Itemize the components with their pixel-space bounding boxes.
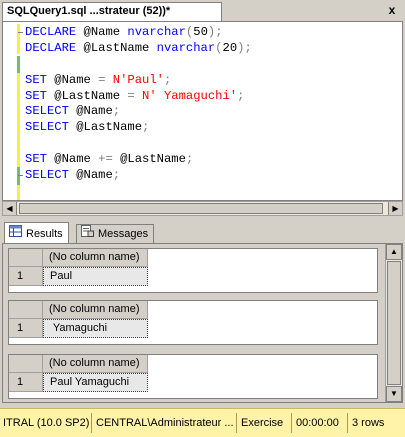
code-token: ;	[185, 152, 194, 167]
code-token: @LastName	[120, 152, 186, 167]
document-tab-title: SQLQuery1.sql ...strateur (52))*	[7, 5, 171, 17]
sql-editor[interactable]: DECLARE @Name nvarchar(50); DECLARE @Last…	[2, 21, 403, 201]
code-token: SELECT	[25, 120, 77, 135]
result-grid-3[interactable]: (No column name) 1 Paul Yamaguchi	[8, 354, 378, 399]
code-token: 50	[193, 25, 208, 39]
scroll-down-icon[interactable]: ▼	[386, 386, 402, 402]
code-token: );	[237, 40, 252, 55]
status-database: Exercise	[241, 417, 284, 429]
horizontal-scrollbar[interactable]: ◀ ▶	[2, 201, 403, 216]
tab-messages-label: Messages	[98, 228, 149, 240]
column-header[interactable]: (No column name)	[43, 249, 148, 267]
scroll-left-icon[interactable]: ◀	[3, 202, 17, 215]
query-window: SQLQuery1.sql ...strateur (52))* x DECLA…	[0, 0, 405, 437]
status-bar: ITRAL (10.0 SP2) CENTRAL\Administrateur …	[0, 408, 405, 437]
scroll-right-icon[interactable]: ▶	[388, 202, 402, 215]
grid-corner[interactable]	[9, 249, 43, 267]
code-token: SET	[25, 88, 55, 103]
code-token: SELECT	[25, 104, 77, 119]
code-token: N'Paul'	[112, 72, 164, 87]
document-tab-strip: SQLQuery1.sql ...strateur (52))* x	[0, 0, 405, 21]
vertical-scrollbar[interactable]: ▲ ▼	[385, 244, 402, 402]
code-line[interactable]	[25, 136, 252, 152]
code-token: ;	[112, 104, 121, 119]
results-pane: (No column name) 1 Paul (No column name)…	[2, 243, 403, 403]
code-token: @Name	[76, 104, 113, 119]
code-token: ;	[142, 120, 150, 135]
code-token: =	[98, 72, 113, 87]
code-token: nvarchar	[127, 25, 186, 39]
code-token: @Name	[76, 168, 113, 183]
scroll-thumb[interactable]	[19, 203, 383, 214]
code-token: (	[215, 40, 223, 55]
code-line[interactable]: SET @LastName = N' Yamaguchi';	[25, 89, 252, 105]
code-token: SELECT	[25, 168, 77, 183]
messages-icon	[81, 225, 94, 243]
grid-icon	[9, 223, 22, 245]
result-cell[interactable]: Paul Yamaguchi	[43, 373, 148, 392]
tab-messages[interactable]: Messages	[76, 224, 155, 244]
column-header[interactable]: (No column name)	[43, 301, 148, 319]
result-cell[interactable]: Paul	[43, 267, 148, 286]
row-number[interactable]: 1	[9, 319, 43, 338]
status-user: CENTRAL\Administrateur ...	[96, 417, 234, 429]
code-line[interactable]: SELECT @LastName;	[25, 120, 252, 136]
scroll-up-icon[interactable]: ▲	[386, 244, 402, 260]
code-token: @LastName	[83, 40, 157, 55]
row-number[interactable]: 1	[9, 267, 43, 286]
code-token: DECLARE	[25, 25, 84, 39]
code-line[interactable]: SELECT @Name;	[25, 104, 252, 120]
tab-results[interactable]: Results	[4, 222, 69, 244]
code-token: +=	[98, 152, 121, 167]
code-line[interactable]	[25, 57, 252, 73]
scroll-thumb[interactable]	[387, 261, 401, 385]
grid-corner[interactable]	[9, 355, 43, 373]
result-cell[interactable]: Yamaguchi	[43, 319, 148, 338]
code-token: @LastName	[76, 120, 143, 135]
result-grid-1[interactable]: (No column name) 1 Paul	[8, 248, 378, 293]
code-line[interactable]: SELECT @Name;	[18, 168, 252, 184]
code-token: @Name	[83, 25, 128, 39]
code-line[interactable]: DECLARE @Name nvarchar(50);	[18, 25, 252, 41]
status-server: ITRAL (10.0 SP2)	[3, 417, 89, 429]
result-grid-2[interactable]: (No column name) 1 Yamaguchi	[8, 300, 378, 345]
close-icon[interactable]: x	[385, 3, 399, 17]
code-token: DECLARE	[25, 40, 84, 55]
status-rows: 3 rows	[352, 417, 385, 429]
document-tab[interactable]: SQLQuery1.sql ...strateur (52))*	[2, 2, 222, 21]
code-token: @Name	[54, 72, 99, 87]
tab-results-label: Results	[26, 228, 63, 240]
code-token: SET	[25, 152, 55, 167]
status-elapsed: 00:00:00	[296, 417, 339, 429]
results-tab-strip: Results Messages	[0, 222, 405, 244]
code-token: =	[127, 88, 143, 103]
code-token: N' Yamaguchi'	[142, 88, 238, 103]
code-token: @LastName	[54, 88, 128, 103]
code-token: 20	[222, 40, 238, 55]
code-token: ;	[112, 168, 121, 183]
code-token: nvarchar	[156, 40, 216, 55]
column-header[interactable]: (No column name)	[43, 355, 148, 373]
code-token: @Name	[54, 152, 99, 167]
code-token: SET	[25, 72, 55, 87]
code-line[interactable]: DECLARE @LastName nvarchar(20);	[25, 41, 252, 57]
code-lines: DECLARE @Name nvarchar(50); DECLARE @Last…	[18, 25, 252, 184]
grid-corner[interactable]	[9, 301, 43, 319]
code-token: ;	[237, 88, 245, 103]
code-token: );	[207, 25, 223, 39]
code-line[interactable]: SET @Name += @LastName;	[25, 152, 252, 168]
row-number[interactable]: 1	[9, 373, 43, 392]
code-line[interactable]: SET @Name = N'Paul';	[25, 73, 252, 89]
code-token: ;	[164, 72, 172, 87]
